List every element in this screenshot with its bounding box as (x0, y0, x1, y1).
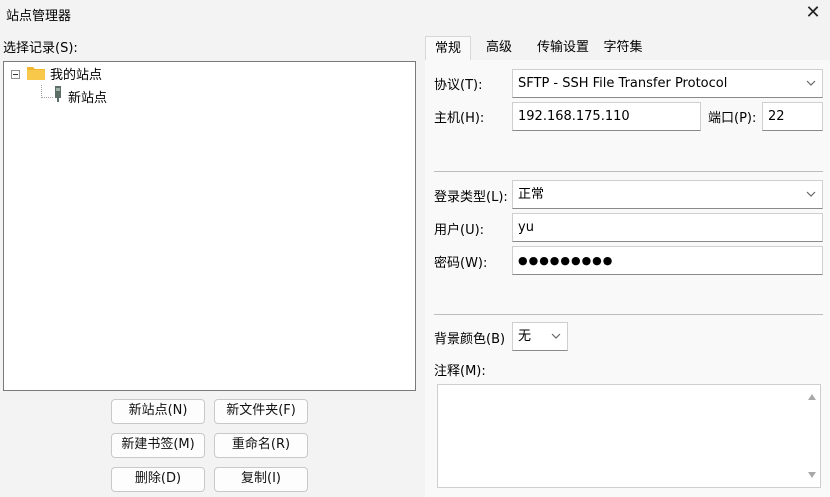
tab-transfer-settings[interactable]: 传输设置 (532, 36, 594, 60)
logon-type-label: 登录类型(L): (434, 190, 508, 205)
chevron-down-icon (551, 333, 561, 339)
scroll-down-icon[interactable] (808, 472, 816, 478)
folder-icon (27, 67, 45, 80)
background-color-label: 背景颜色(B) (434, 332, 506, 347)
user-label: 用户(U): (434, 223, 485, 238)
password-input[interactable]: ●●●●●●●●● (512, 246, 823, 275)
logon-type-value: 正常 (518, 187, 545, 202)
password-label: 密码(W): (434, 256, 488, 271)
port-label: 端口(P): (708, 111, 757, 126)
delete-button[interactable]: 删除(D) (111, 467, 205, 492)
comments-label: 注释(M): (434, 364, 486, 379)
select-entry-label: 选择记录(S): (3, 41, 78, 56)
tab-charset[interactable]: 字符集 (597, 36, 649, 60)
tab-advanced[interactable]: 高级 (478, 36, 520, 60)
protocol-value: SFTP - SSH File Transfer Protocol (518, 76, 728, 91)
collapse-icon[interactable] (11, 70, 20, 79)
new-site-button[interactable]: 新站点(N) (111, 399, 205, 424)
background-color-select[interactable]: 无 (512, 322, 568, 351)
tree-item-my-sites[interactable]: 我的站点 (50, 64, 102, 83)
close-icon[interactable]: ✕ (800, 1, 826, 25)
new-bookmark-button[interactable]: 新建书签(M) (111, 433, 205, 458)
protocol-select[interactable]: SFTP - SSH File Transfer Protocol (512, 69, 823, 98)
tree-item-new-site[interactable]: 新站点 (68, 87, 107, 106)
chevron-down-icon (806, 80, 816, 86)
window-title: 站点管理器 (6, 9, 72, 24)
site-icon (55, 86, 61, 102)
background-color-value: 无 (518, 329, 532, 344)
copy-button[interactable]: 复制(I) (214, 467, 308, 492)
protocol-label: 协议(T): (434, 78, 483, 93)
separator (434, 171, 823, 172)
user-input[interactable]: yu (512, 213, 823, 242)
host-label: 主机(H): (434, 111, 485, 126)
port-input[interactable]: 22 (762, 102, 823, 131)
separator (434, 314, 823, 315)
title-bar: 站点管理器 ✕ (0, 0, 830, 28)
chevron-down-icon (806, 191, 816, 197)
site-tree[interactable]: 我的站点 新站点 (3, 61, 416, 391)
scroll-up-icon[interactable] (808, 394, 816, 400)
comments-textarea[interactable] (437, 384, 821, 488)
logon-type-select[interactable]: 正常 (512, 180, 823, 209)
host-input[interactable]: 192.168.175.110 (512, 102, 701, 131)
tab-general[interactable]: 常规 (425, 36, 471, 60)
tree-connector (41, 97, 53, 98)
new-folder-button[interactable]: 新文件夹(F) (214, 399, 308, 424)
rename-button[interactable]: 重命名(R) (214, 433, 308, 458)
